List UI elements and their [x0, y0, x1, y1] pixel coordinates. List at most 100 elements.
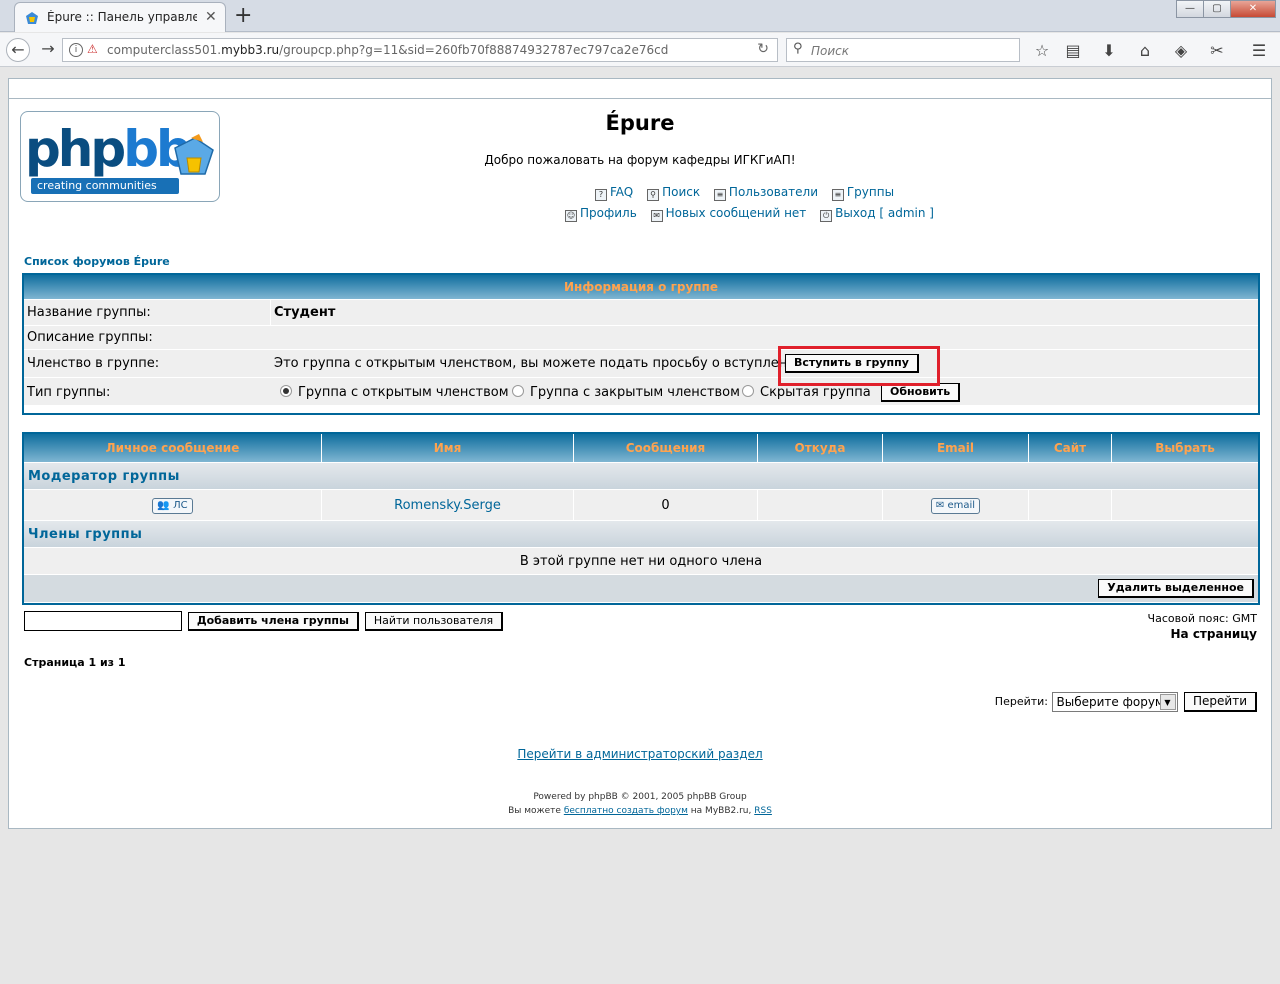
- tab-title: Épure :: Панель управления: [47, 10, 197, 24]
- groups-icon: ≡: [831, 189, 844, 201]
- group-membership-row: Членство в группе: Это группа с открытым…: [24, 349, 1258, 377]
- new-tab-button[interactable]: +: [234, 3, 252, 28]
- delete-selected-button[interactable]: Удалить выделенное: [1098, 579, 1254, 598]
- no-members-text: В этой группе нет ни одного члена: [24, 547, 1258, 574]
- moderator-from: [758, 490, 883, 520]
- pm-cell: 👥 ЛС: [24, 490, 322, 520]
- footer-links: Вы можете бесплатно создать форум на MyB…: [508, 806, 772, 816]
- nav-profile[interactable]: ☺ Профиль: [565, 206, 637, 222]
- home-icon[interactable]: ⌂: [1135, 41, 1155, 60]
- browser-toolbar: ← → i ⚠ computerclass501.mybb3.ru/groupc…: [0, 33, 1280, 67]
- col-posts: Сообщения: [574, 434, 758, 462]
- profile-icon: ☺: [565, 210, 577, 222]
- group-name-label: Название группы:: [27, 305, 151, 320]
- col-select: Выбрать: [1155, 441, 1215, 455]
- breadcrumb[interactable]: Список форумов Épure: [24, 255, 170, 268]
- type-hidden-radio[interactable]: [742, 385, 754, 397]
- browser-tab-strip: Épure :: Панель управления ✕ + — ▢ ✕: [0, 0, 1280, 32]
- admin-panel-link[interactable]: Перейти в администраторский раздел: [9, 747, 1271, 761]
- create-forum-link[interactable]: бесплатно создать форум: [564, 806, 688, 816]
- nav-row-secondary: ☺ Профиль ✉ Новых сообщений нет ⏻ Выход [ a…: [565, 206, 944, 222]
- forum-page: phpbb creating communities Épure Добро п…: [8, 78, 1272, 829]
- back-arrow-icon[interactable]: ←: [6, 38, 30, 62]
- info-icon[interactable]: i: [69, 43, 83, 57]
- forum-select[interactable]: Выберите форум ▼: [1051, 692, 1178, 712]
- footer-powered: Powered by phpBB © 2001, 2005 phpBB Grou…: [533, 792, 747, 802]
- nav-row-primary: ? FAQ ⚲ Поиск ≡ Пользователи ≡ Группы: [595, 185, 904, 201]
- nav-logout[interactable]: ⏻ Выход [ admin ]: [820, 206, 934, 222]
- nav-search[interactable]: ⚲ Поиск: [647, 185, 700, 201]
- to-page-text: На страницу: [1170, 627, 1258, 641]
- table-row: 👥 ЛС Romensky.Serge 0 ✉ email: [24, 489, 1258, 520]
- star-icon[interactable]: ☆: [1032, 41, 1052, 60]
- reload-icon[interactable]: ↻: [757, 41, 769, 57]
- browser-tab[interactable]: Épure :: Панель управления ✕: [14, 2, 226, 32]
- group-name-value: Студент: [274, 305, 336, 320]
- chevron-down-icon[interactable]: ▼: [1159, 694, 1176, 710]
- search-icon: ⚲: [647, 189, 660, 201]
- nav-faq[interactable]: ? FAQ: [595, 185, 633, 201]
- menu-icon[interactable]: ☰: [1249, 41, 1269, 60]
- faq-icon: ?: [595, 189, 607, 201]
- timezone-info: Часовой пояс: GMT На страницу: [1148, 612, 1257, 641]
- private-message-button[interactable]: 👥 ЛС: [152, 497, 193, 514]
- nav-users[interactable]: ≡ Пользователи: [713, 185, 818, 201]
- moderator-posts: 0: [574, 490, 758, 520]
- maximize-button[interactable]: ▢: [1203, 0, 1231, 18]
- group-info-header: Информация о группе: [24, 275, 1258, 299]
- reader-icon[interactable]: ▤: [1063, 41, 1083, 60]
- url-bar[interactable]: i ⚠ computerclass501.mybb3.ru/groupcp.ph…: [62, 38, 778, 62]
- type-closed-radio[interactable]: [512, 385, 524, 397]
- favicon-icon: [26, 12, 38, 24]
- group-name-row: Название группы: Студент: [24, 299, 1258, 326]
- col-private-message: Личное сообщение: [24, 434, 322, 462]
- group-membership-label: Членство в группе:: [27, 356, 160, 371]
- nav-groups[interactable]: ≡ Группы: [831, 185, 894, 201]
- group-info-table: Информация о группе Название группы: Сту…: [22, 273, 1260, 415]
- jump-go-button[interactable]: Перейти: [1184, 692, 1257, 712]
- type-open-radio[interactable]: [280, 385, 292, 397]
- url-text[interactable]: computerclass501.mybb3.ru/groupcp.php?g=…: [107, 43, 668, 57]
- type-open-option[interactable]: Группа с открытым членством: [280, 385, 509, 400]
- window-controls: — ▢ ✕: [1176, 0, 1276, 18]
- messages-icon: ✉: [650, 210, 663, 222]
- members-footer-row: Удалить выделенное: [24, 574, 1258, 602]
- close-window-button[interactable]: ✕: [1230, 0, 1276, 18]
- pocket-icon[interactable]: ◈: [1171, 41, 1191, 60]
- group-desc-label: Описание группы:: [27, 330, 153, 345]
- col-name: Имя: [322, 434, 574, 462]
- add-member-form: Добавить члена группы Найти пользователя: [24, 611, 504, 631]
- top-divider: [9, 98, 1271, 99]
- rss-link[interactable]: RSS: [754, 806, 772, 816]
- site-title: Épure: [605, 111, 675, 135]
- type-closed-option[interactable]: Группа с закрытым членством: [512, 385, 740, 400]
- add-member-button[interactable]: Добавить члена группы: [187, 611, 359, 631]
- moderator-select: [1112, 490, 1258, 520]
- tab-close-icon[interactable]: ✕: [205, 9, 217, 25]
- find-user-button[interactable]: Найти пользователя: [364, 611, 504, 631]
- type-hidden-option[interactable]: Скрытая группа: [742, 385, 871, 400]
- email-button[interactable]: ✉ email: [930, 497, 981, 514]
- download-icon[interactable]: ⬇: [1099, 41, 1119, 60]
- col-from: Откуда: [758, 434, 883, 462]
- group-type-row: Тип группы: Группа с открытым членством …: [24, 377, 1258, 405]
- jump-label: Перейти:: [994, 695, 1048, 708]
- insecure-lock-icon[interactable]: ⚠: [87, 42, 98, 56]
- col-email: Email: [883, 434, 1029, 462]
- moderator-site: [1029, 490, 1112, 520]
- highlight-annotation: [778, 346, 940, 386]
- minimize-button[interactable]: —: [1176, 0, 1204, 18]
- members-section-header: Члены группы: [24, 520, 1258, 547]
- group-type-label: Тип группы:: [27, 385, 111, 400]
- moderator-name[interactable]: Romensky.Serge: [322, 490, 574, 520]
- group-desc-row: Описание группы:: [24, 325, 1258, 349]
- nav-new-posts[interactable]: ✉ Новых сообщений нет: [650, 206, 806, 222]
- page-number: Страница 1 из 1: [24, 656, 126, 669]
- forward-arrow-icon[interactable]: →: [36, 38, 60, 62]
- username-input[interactable]: [24, 611, 182, 631]
- search-bar[interactable]: ⚲ Поиск: [786, 38, 1020, 62]
- logo-tagline: creating communities: [31, 178, 179, 194]
- tools-icon[interactable]: ✂: [1207, 41, 1227, 60]
- users-icon: 👥: [157, 499, 170, 511]
- logout-icon: ⏻: [820, 210, 833, 222]
